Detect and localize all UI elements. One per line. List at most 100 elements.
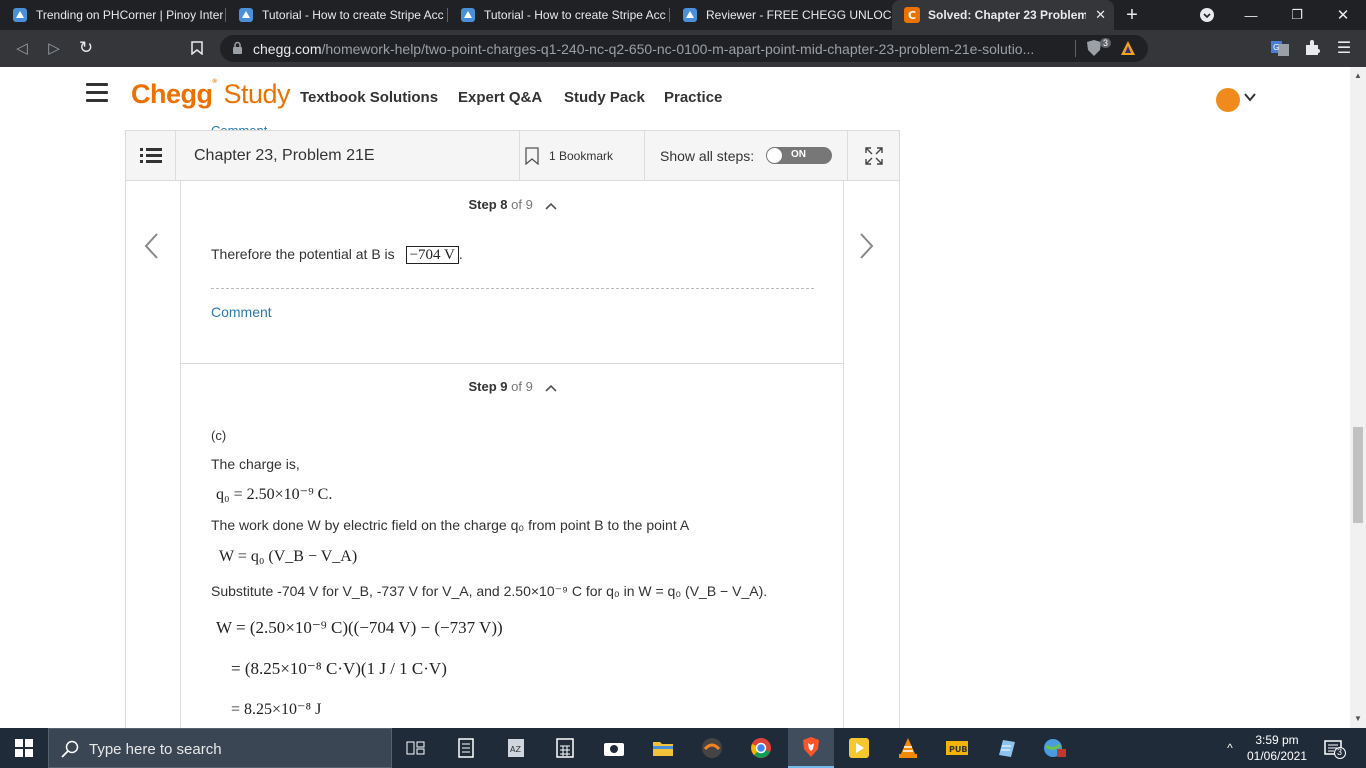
comment-link[interactable]: Comment: [211, 304, 272, 320]
vlc-icon[interactable]: [894, 734, 922, 762]
chegg-icon: C: [904, 7, 920, 23]
phcorner-icon: [682, 7, 698, 23]
calculator-icon[interactable]: [551, 734, 579, 762]
logo-chegg-text: Chegg: [131, 79, 213, 109]
browser-tab[interactable]: Reviewer - FREE CHEGG UNLOCKS: [670, 0, 892, 30]
steps-list-icon[interactable]: [126, 131, 176, 180]
toggle-knob: [767, 148, 782, 163]
bookmark-page-icon[interactable]: [187, 38, 207, 58]
tab-label: Reviewer - FREE CHEGG UNLOCKS: [706, 8, 892, 22]
work-calc-line-2: = (8.25×10⁻⁸ C·V)(1 J / 1 C·V): [231, 659, 447, 678]
tray-expand-icon[interactable]: ^: [1216, 734, 1244, 762]
user-avatar[interactable]: [1216, 88, 1240, 112]
step-total: of 9: [511, 197, 533, 212]
new-tab-button[interactable]: +: [1112, 0, 1152, 30]
brave-browser-icon[interactable]: [788, 728, 834, 768]
task-view-icon[interactable]: [402, 734, 430, 762]
answer-box: −704 V: [405, 246, 459, 264]
search-placeholder: Type here to search: [89, 741, 222, 758]
chevron-down-icon[interactable]: [1244, 89, 1256, 105]
screen: Trending on PHCorner | Pinoy Inter Tutor…: [0, 0, 1366, 768]
comment-divider: [211, 288, 814, 289]
forward-icon[interactable]: ▷: [44, 38, 64, 58]
tray-time: 3:59 pm: [1255, 733, 1299, 747]
work-calc-line-3: = 8.25×10⁻⁸ J: [231, 701, 322, 718]
windows-start-icon[interactable]: [0, 728, 48, 768]
part-label: (c): [211, 428, 227, 443]
svg-text:C: C: [908, 9, 916, 22]
substitute-text: Substitute -704 V for V_B, -737 V for V_…: [211, 583, 768, 599]
phcorner-icon: [460, 7, 476, 23]
tab-label: Trending on PHCorner | Pinoy Inter: [36, 8, 224, 22]
brave-rewards-icon[interactable]: [1120, 40, 1136, 61]
step-9-card: Step 9 of 9 (c) The charge is, q₀ = 2.50…: [180, 363, 844, 743]
back-icon[interactable]: ◁: [12, 38, 32, 58]
next-arrow-icon[interactable]: [856, 231, 876, 261]
windows-taskbar: Type here to search AZ PUB ^ 3:59 pm 01/…: [0, 728, 1366, 768]
tab-search-icon[interactable]: [1184, 0, 1230, 30]
page-scrollbar[interactable]: ▲ ▼: [1350, 67, 1366, 728]
pubg-icon[interactable]: PUB: [943, 734, 971, 762]
collapse-caret-icon[interactable]: [545, 380, 558, 395]
restore-icon[interactable]: ❐: [1274, 0, 1320, 30]
shield-count-badge: 3: [1100, 38, 1112, 48]
step-8-header[interactable]: Step 8 of 9: [181, 197, 845, 213]
tray-clock[interactable]: 3:59 pm 01/06/2021: [1246, 732, 1308, 764]
dictionary-app-icon[interactable]: AZ: [502, 734, 530, 762]
step-9-header[interactable]: Step 9 of 9: [181, 379, 845, 395]
toggle-state: ON: [791, 149, 806, 160]
browser-tab[interactable]: Tutorial - How to create Stripe Acc: [226, 0, 448, 30]
taskbar-search-box[interactable]: Type here to search: [48, 728, 392, 768]
scroll-down-icon[interactable]: ▼: [1354, 714, 1362, 723]
close-tab-icon[interactable]: ✕: [1095, 8, 1106, 22]
browser-tab-active[interactable]: C Solved: Chapter 23 Problem 21 ✕: [892, 0, 1114, 30]
browser-tab[interactable]: Tutorial - How to create Stripe Acc: [448, 0, 670, 30]
nav-expert-qa[interactable]: Expert Q&A: [458, 89, 542, 106]
notification-center-icon[interactable]: 3: [1324, 739, 1346, 764]
address-bar[interactable]: chegg.com/homework-help/two-point-charge…: [220, 35, 1148, 62]
app-orange-circle-icon[interactable]: [698, 734, 726, 762]
scroll-up-icon[interactable]: ▲: [1354, 71, 1362, 80]
close-window-icon[interactable]: ✕: [1320, 0, 1366, 30]
expand-icon[interactable]: [848, 131, 900, 180]
previous-arrow-icon[interactable]: [142, 231, 162, 261]
nav-textbook-solutions[interactable]: Textbook Solutions: [300, 89, 438, 106]
camera-app-icon[interactable]: [600, 734, 628, 762]
answer-value: −704 V: [405, 246, 459, 264]
charge-equation: q₀ = 2.50×10⁻⁹ C.: [216, 486, 333, 503]
chrome-icon[interactable]: [747, 734, 775, 762]
bookmark-button[interactable]: 1 Bookmark: [520, 131, 645, 180]
file-explorer-icon[interactable]: [649, 734, 677, 762]
extensions-icon[interactable]: [1302, 38, 1322, 58]
notepad-icon[interactable]: [992, 734, 1020, 762]
minimize-icon[interactable]: —: [1228, 0, 1274, 30]
answer-period: .: [458, 246, 463, 262]
url-text: chegg.com/homework-help/two-point-charge…: [253, 41, 1083, 57]
step-total: of 9: [511, 379, 533, 394]
step-8-text: Therefore the potential at B is −704 V.: [211, 246, 463, 264]
logo-study-text: Study: [223, 79, 290, 109]
nav-study-pack[interactable]: Study Pack: [564, 89, 645, 106]
svg-text:PUB: PUB: [949, 745, 967, 754]
svg-text:G: G: [1273, 43, 1279, 52]
reload-icon[interactable]: ↻: [76, 38, 96, 58]
hamburger-menu-icon[interactable]: [86, 83, 108, 103]
work-equation: W = q₀ (V_B − V_A): [219, 548, 358, 565]
media-player-icon[interactable]: [845, 734, 873, 762]
collapse-caret-icon[interactable]: [545, 198, 558, 213]
browser-tab[interactable]: Trending on PHCorner | Pinoy Inter: [0, 0, 226, 30]
translate-icon[interactable]: G: [1270, 38, 1290, 58]
chegg-study-logo[interactable]: Chegg® Study: [131, 79, 290, 110]
show-steps-toggle[interactable]: ON: [766, 147, 832, 164]
browser-menu-icon[interactable]: ☰: [1334, 38, 1354, 58]
problem-title-cell: Chapter 23, Problem 21E: [176, 131, 520, 180]
tab-label: Tutorial - How to create Stripe Acc: [262, 8, 444, 22]
lock-icon: [232, 41, 243, 60]
charge-intro: The charge is,: [211, 456, 300, 472]
potential-sentence: Therefore the potential at B is: [211, 246, 395, 262]
documents-app-icon[interactable]: [452, 734, 480, 762]
problem-title: Chapter 23, Problem 21E: [194, 146, 375, 164]
network-globe-icon[interactable]: [1041, 734, 1069, 762]
nav-practice[interactable]: Practice: [664, 89, 722, 106]
scrollbar-thumb[interactable]: [1353, 427, 1363, 523]
